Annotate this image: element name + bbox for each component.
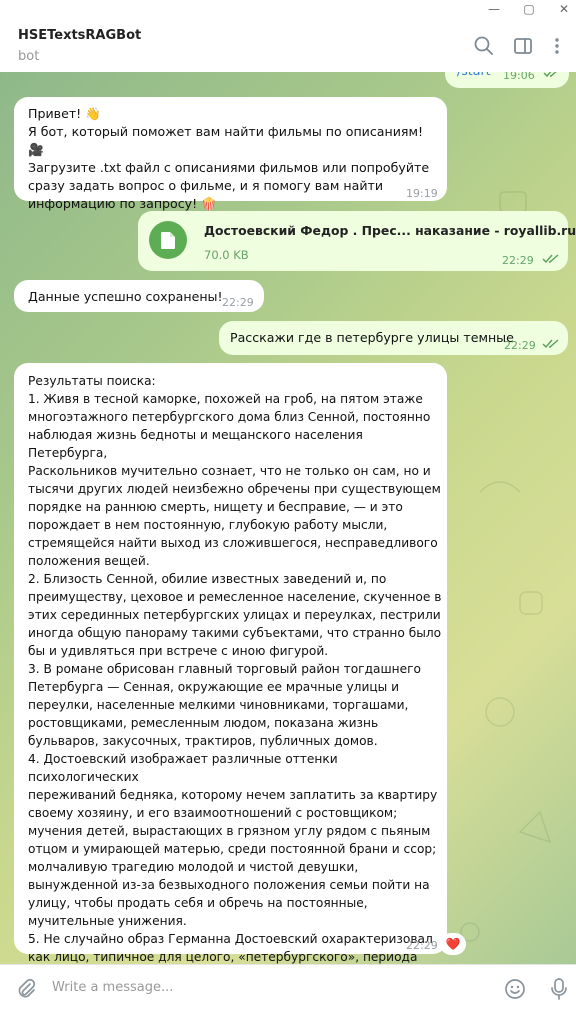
close-button[interactable]: ✕ [552,0,576,20]
message-outgoing[interactable]: /start 19:06 [445,72,569,88]
reaction-heart[interactable]: ❤️ [440,933,466,955]
message-text: Привет! 👋 Я бот, который поможет вам най… [28,106,430,211]
message-outgoing[interactable]: Расскажи где в петербурге улицы темные 2… [219,321,568,355]
double-check-icon [542,254,559,264]
sidebar-toggle-icon[interactable] [511,34,535,58]
message-time: 22:29 [502,254,534,267]
more-vertical-icon[interactable] [545,34,569,58]
message-time: 19:06 [503,72,535,82]
message-time: 22:29 [504,339,536,352]
message-incoming[interactable]: Данные успешно сохранены! 22:29 [14,280,264,312]
minimize-button[interactable]: — [482,0,506,20]
message-input[interactable]: Write a message... [52,980,173,995]
chat-title[interactable]: HSETextsRAGBot [18,28,141,43]
message-time: 22:29 [222,296,254,309]
message-incoming[interactable]: Привет! 👋 Я бот, который поможет вам най… [14,97,447,211]
maximize-button[interactable]: ▢ [517,0,541,20]
emoji-icon[interactable] [503,977,527,1001]
message-incoming-results[interactable]: Результаты поиска: 1. Живя в тесной камо… [14,363,447,964]
double-check-icon [543,72,557,78]
double-check-icon [542,339,559,349]
message-text: Расскажи где в петербурге улицы темные [230,330,514,345]
message-text: /start [457,72,491,80]
message-time: 19:19 [406,187,438,200]
message-text: Результаты поиска: 1. Живя в тесной камо… [28,374,442,964]
file-name[interactable]: Достоевский Федор . Прес... наказание - … [204,222,576,240]
message-composer: Write a message... [0,964,576,1013]
file-size: 70.0 KB [204,248,249,262]
chat-header: HSETextsRAGBot bot [0,20,576,73]
message-text: Данные успешно сохранены! [28,289,223,304]
chat-subtitle: bot [18,49,40,64]
message-list[interactable]: /start 19:06 Привет! 👋 Я бот, который по… [0,72,576,964]
message-time: 22:29 [406,939,438,952]
attach-icon[interactable] [14,977,38,1001]
document-icon[interactable] [149,221,187,259]
search-icon[interactable] [472,34,496,58]
window-titlebar: — ▢ ✕ [0,0,576,20]
microphone-icon[interactable] [547,976,571,1002]
message-outgoing-file[interactable]: Достоевский Федор . Прес... наказание - … [138,211,576,271]
